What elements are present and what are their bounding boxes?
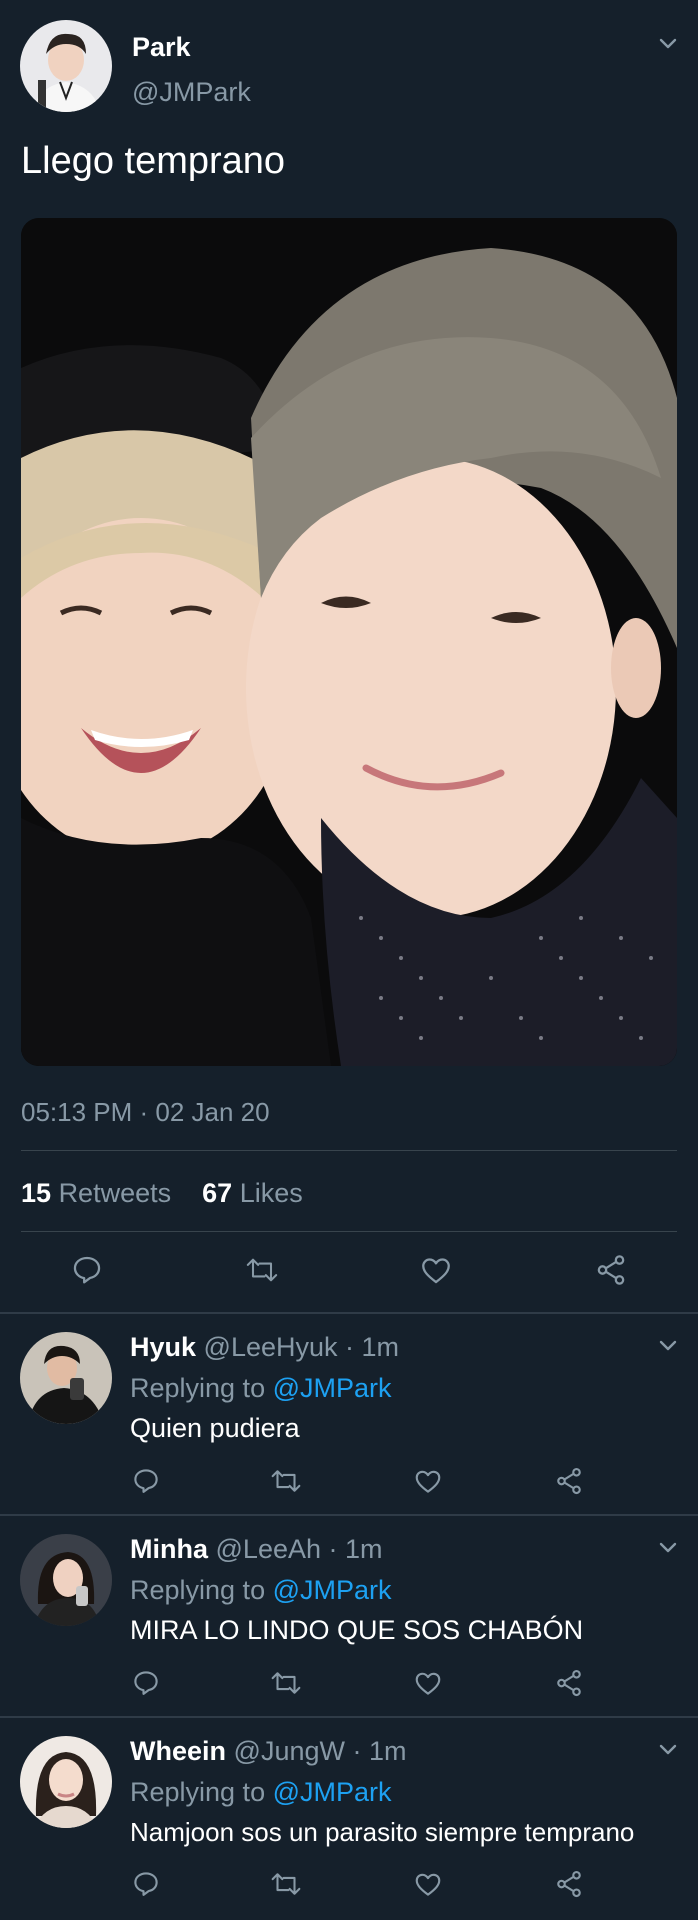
retweets-label[interactable]: Retweets — [59, 1178, 172, 1208]
likes-count[interactable]: 67 — [202, 1178, 232, 1208]
reply-avatar[interactable] — [20, 1736, 112, 1828]
replying-to-link[interactable]: @JMPark — [273, 1777, 392, 1807]
author-handle[interactable]: @JMPark — [132, 75, 251, 109]
retweet-icon[interactable] — [244, 1252, 280, 1288]
reply-author-name[interactable]: Wheein — [130, 1736, 226, 1766]
reply-icon[interactable] — [128, 1463, 164, 1499]
replying-prefix: Replying to — [130, 1777, 266, 1807]
divider — [21, 1231, 677, 1232]
author-avatar[interactable] — [20, 20, 112, 112]
reply-icon[interactable] — [128, 1665, 164, 1701]
reply-author-handle[interactable]: @LeeAh — [216, 1534, 321, 1564]
reply-text: Quien pudiera — [130, 1413, 300, 1443]
tweet-text: Llego temprano — [21, 140, 286, 182]
reply-header: Hyuk @LeeHyuk · 1m — [130, 1330, 399, 1364]
reply-author-handle[interactable]: @LeeHyuk — [204, 1332, 338, 1362]
retweet-icon[interactable] — [268, 1665, 304, 1701]
replying-to-link[interactable]: @JMPark — [273, 1373, 392, 1403]
reply-text: Namjoon sos un parasito siempre temprano — [130, 1817, 635, 1847]
divider — [0, 1312, 698, 1314]
reply-time: · 1m — [352, 1736, 407, 1766]
reply-header: Minha @LeeAh · 1m — [130, 1532, 383, 1566]
chevron-down-icon[interactable] — [656, 1738, 680, 1762]
heart-icon[interactable] — [410, 1463, 446, 1499]
replying-to: Replying to @JMPark — [130, 1573, 392, 1607]
chevron-down-icon[interactable] — [656, 32, 680, 56]
replying-to: Replying to @JMPark — [130, 1371, 392, 1405]
share-icon[interactable] — [551, 1463, 587, 1499]
chevron-down-icon[interactable] — [656, 1334, 680, 1358]
heart-icon[interactable] — [418, 1252, 454, 1288]
tweet-photo[interactable] — [21, 218, 677, 1066]
reply-avatar[interactable] — [20, 1332, 112, 1424]
likes-label[interactable]: Likes — [240, 1178, 303, 1208]
reply-author-name[interactable]: Hyuk — [130, 1332, 196, 1362]
heart-icon[interactable] — [410, 1866, 446, 1902]
tweet-stats: 15 Retweets 67 Likes — [21, 1176, 303, 1210]
reply-icon[interactable] — [128, 1866, 164, 1902]
retweet-icon[interactable] — [268, 1866, 304, 1902]
chevron-down-icon[interactable] — [656, 1536, 680, 1560]
author-name[interactable]: Park — [132, 30, 191, 64]
replying-prefix: Replying to — [130, 1575, 266, 1605]
tweet-timestamp: 05:13 PM · 02 Jan 20 — [21, 1097, 270, 1127]
reply-avatar[interactable] — [20, 1534, 112, 1626]
divider — [0, 1514, 698, 1516]
reply-text: MIRA LO LINDO QUE SOS CHABÓN — [130, 1615, 584, 1645]
divider — [21, 1150, 677, 1151]
share-icon[interactable] — [551, 1665, 587, 1701]
retweets-count[interactable]: 15 — [21, 1178, 51, 1208]
reply-author-name[interactable]: Minha — [130, 1534, 208, 1564]
reply-icon[interactable] — [69, 1252, 105, 1288]
reply-header: Wheein @JungW · 1m — [130, 1734, 407, 1768]
reply-author-handle[interactable]: @JungW — [234, 1736, 345, 1766]
replying-prefix: Replying to — [130, 1373, 266, 1403]
replying-to-link[interactable]: @JMPark — [273, 1575, 392, 1605]
heart-icon[interactable] — [410, 1665, 446, 1701]
retweet-icon[interactable] — [268, 1463, 304, 1499]
share-icon[interactable] — [551, 1866, 587, 1902]
share-icon[interactable] — [593, 1252, 629, 1288]
divider — [0, 1716, 698, 1718]
reply-time: · 1m — [328, 1534, 383, 1564]
reply-time: · 1m — [345, 1332, 400, 1362]
replying-to: Replying to @JMPark — [130, 1775, 392, 1809]
